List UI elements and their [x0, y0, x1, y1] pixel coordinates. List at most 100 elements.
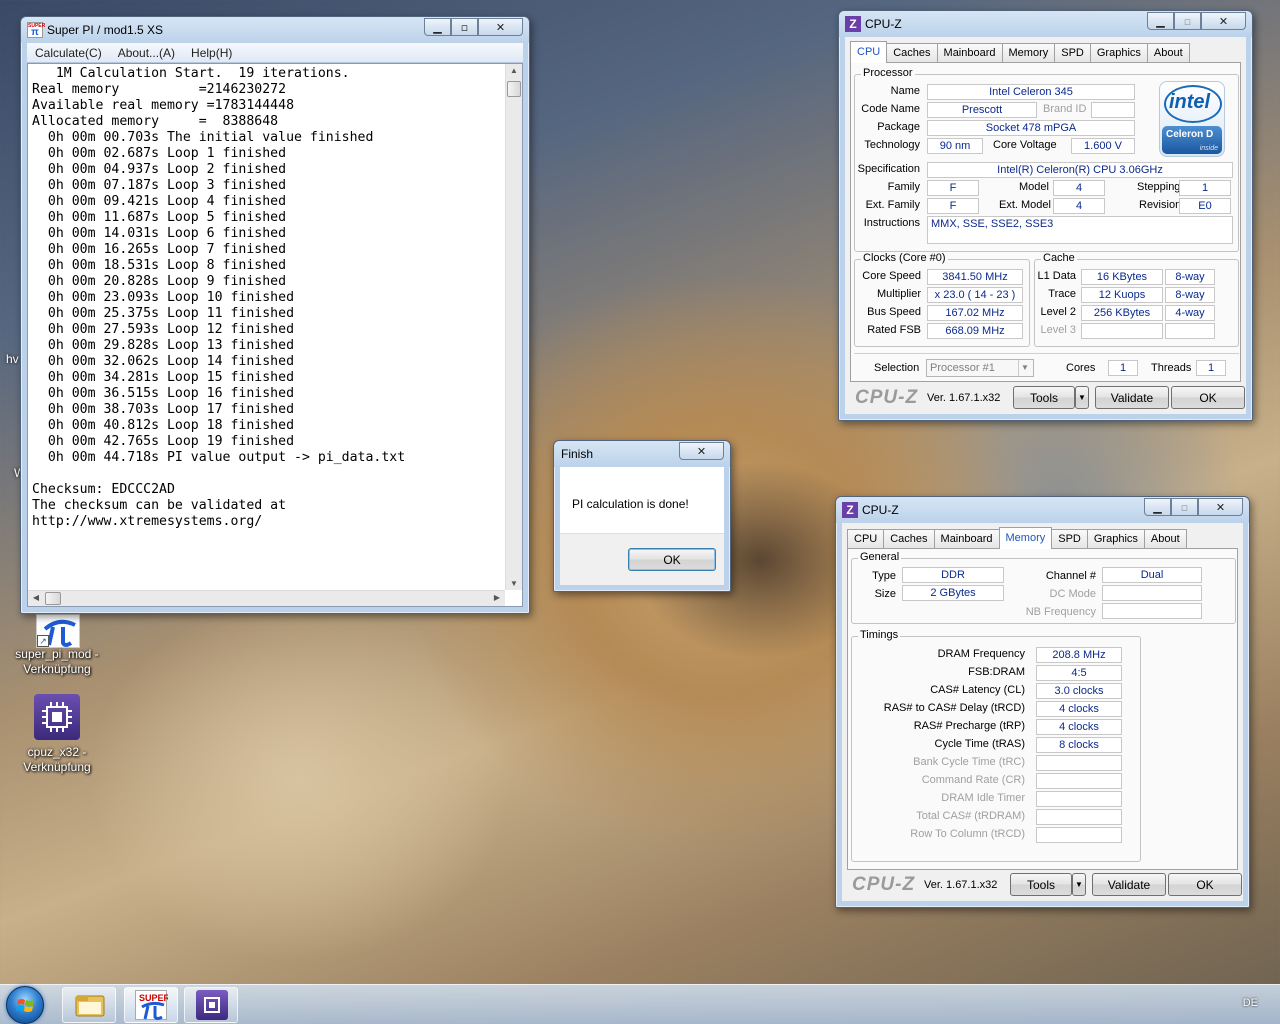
- bus-speed-value: 167.02 MHz: [927, 305, 1023, 321]
- tab-bar: CPU Caches Mainboard Memory SPD Graphics…: [847, 527, 1187, 549]
- close-button[interactable]: ✕: [1198, 498, 1243, 516]
- ok-button[interactable]: OK: [1171, 386, 1245, 409]
- processor-select[interactable]: Processor #1 ▼: [926, 359, 1034, 377]
- rated-fsb-label: Rated FSB: [867, 324, 921, 336]
- cores-label: Cores: [1066, 362, 1096, 374]
- group-title: Timings: [858, 629, 901, 641]
- core-voltage-value: 1.600 V: [1071, 138, 1135, 154]
- l1-data-size: 16 KBytes: [1081, 269, 1163, 285]
- output-console[interactable]: 1M Calculation Start. 19 iterations. Real…: [27, 63, 523, 607]
- desktop-icon-superpi[interactable]: ↗ super_pi_mod - Verknüpfung: [12, 614, 102, 678]
- language-indicator[interactable]: DE: [1243, 997, 1258, 1009]
- tab-memory[interactable]: Memory: [1001, 43, 1056, 63]
- cpuz-titlebar[interactable]: Z CPU-Z ▁ ▫ ✕: [836, 497, 1249, 523]
- validate-button[interactable]: Validate: [1092, 873, 1166, 896]
- taskbar-cpuz[interactable]: [184, 987, 238, 1023]
- maximize-button[interactable]: ▫: [451, 18, 478, 36]
- validate-button[interactable]: Validate: [1095, 386, 1169, 409]
- maximize-button[interactable]: ▫: [1171, 498, 1198, 516]
- tab-about[interactable]: About: [1143, 529, 1187, 549]
- close-button[interactable]: ✕: [1201, 12, 1246, 30]
- scroll-right-icon[interactable]: ▶: [489, 593, 505, 602]
- taskbar: SUPER DE: [0, 984, 1280, 1024]
- timing-value: [1036, 827, 1122, 843]
- ext-family-value: F: [927, 198, 979, 214]
- console-line: 1M Calculation Start. 19 iterations.: [32, 66, 350, 81]
- tab-spd[interactable]: SPD: [1054, 43, 1091, 63]
- tools-button[interactable]: Tools: [1010, 873, 1072, 896]
- version-label: Ver. 1.67.1.x32: [924, 879, 998, 891]
- dialog-titlebar[interactable]: Finish ✕: [554, 441, 730, 467]
- tab-mainboard[interactable]: Mainboard: [933, 529, 1000, 549]
- dialog-title: Finish: [561, 447, 594, 461]
- taskbar-explorer[interactable]: [62, 987, 116, 1023]
- dcmode-label: DC Mode: [1049, 588, 1096, 600]
- start-button[interactable]: [6, 986, 44, 1024]
- console-line: 0h 00m 20.828s Loop 9 finished: [32, 274, 287, 289]
- threads-label: Threads: [1151, 362, 1192, 374]
- tab-caches[interactable]: Caches: [886, 43, 938, 63]
- cpuz-logo: CPU-Z: [855, 387, 919, 408]
- ok-button[interactable]: OK: [628, 548, 716, 571]
- specification-value: Intel(R) Celeron(R) CPU 3.06GHz: [927, 162, 1233, 178]
- brandid-label: Brand ID: [1043, 103, 1087, 115]
- tab-spd[interactable]: SPD: [1051, 529, 1088, 549]
- tab-graphics[interactable]: Graphics: [1086, 529, 1145, 549]
- version-label: Ver. 1.67.1.x32: [927, 392, 1001, 404]
- vertical-scrollbar[interactable]: ▲ ▼: [505, 64, 522, 590]
- scroll-thumb[interactable]: [507, 81, 521, 97]
- console-line: 0h 00m 18.531s Loop 8 finished: [32, 258, 287, 273]
- size-label: Size: [874, 588, 896, 600]
- close-button[interactable]: ✕: [679, 442, 724, 460]
- console-line: 0h 00m 27.593s Loop 12 finished: [32, 322, 295, 337]
- minimize-button[interactable]: ▁: [424, 18, 451, 36]
- console-line: 0h 00m 38.703s Loop 17 finished: [32, 402, 295, 417]
- instructions-value: MMX, SSE, SSE2, SSE3: [927, 216, 1233, 244]
- tools-button[interactable]: Tools: [1013, 386, 1075, 409]
- tools-dropdown-icon[interactable]: ▼: [1075, 386, 1089, 409]
- tab-bar: CPU Caches Mainboard Memory SPD Graphics…: [850, 41, 1190, 63]
- ok-button[interactable]: OK: [1168, 873, 1242, 896]
- instructions-label: Instructions: [863, 217, 920, 229]
- scroll-thumb[interactable]: [45, 592, 61, 605]
- menu-help[interactable]: Help(H): [183, 46, 240, 60]
- channel-label: Channel #: [1045, 570, 1096, 582]
- cpuz-titlebar[interactable]: Z CPU-Z ▁ ▫ ✕: [839, 11, 1252, 37]
- multiplier-label: Multiplier: [876, 288, 921, 300]
- minimize-button[interactable]: ▁: [1144, 498, 1171, 516]
- tab-mainboard[interactable]: Mainboard: [936, 43, 1003, 63]
- windows-logo-icon: [16, 999, 34, 1012]
- tab-cpu[interactable]: CPU: [847, 529, 885, 549]
- desktop-icon-label: Verknüpfung: [23, 760, 91, 774]
- tools-dropdown-icon[interactable]: ▼: [1072, 873, 1086, 896]
- timing-label: Cycle Time (tRAS): [934, 738, 1025, 750]
- maximize-button[interactable]: ▫: [1174, 12, 1201, 30]
- console-line: 0h 00m 11.687s Loop 5 finished: [32, 210, 287, 225]
- horizontal-scrollbar[interactable]: ◀ ▶: [28, 590, 505, 606]
- model-value: 4: [1053, 180, 1105, 196]
- menu-about[interactable]: About...(A): [110, 46, 183, 60]
- superpi-titlebar[interactable]: SUPER π Super PI / mod1.5 XS ▁ ▫ ✕: [21, 17, 529, 43]
- minimize-button[interactable]: ▁: [1147, 12, 1174, 30]
- menu-calculate[interactable]: Calculate(C): [27, 46, 110, 60]
- level3-way: [1165, 323, 1215, 339]
- tab-memory[interactable]: Memory: [998, 527, 1053, 549]
- desktop-icon-cpuz[interactable]: cpuz_x32 - Verknüpfung: [12, 692, 102, 776]
- taskbar-superpi[interactable]: SUPER: [124, 987, 178, 1023]
- console-line: 0h 00m 09.421s Loop 4 finished: [32, 194, 287, 209]
- close-button[interactable]: ✕: [478, 18, 523, 36]
- scroll-left-icon[interactable]: ◀: [28, 593, 44, 602]
- scroll-down-icon[interactable]: ▼: [506, 579, 522, 588]
- cpuz-shortcut-icon: [34, 694, 80, 740]
- console-line: 0h 00m 04.937s Loop 2 finished: [32, 162, 287, 177]
- timing-label: Bank Cycle Time (tRC): [913, 756, 1025, 768]
- name-value: Intel Celeron 345: [927, 84, 1135, 100]
- scroll-up-icon[interactable]: ▲: [506, 66, 522, 75]
- family-label: Family: [887, 181, 920, 193]
- tab-cpu[interactable]: CPU: [850, 41, 888, 63]
- l1-data-way: 8-way: [1165, 269, 1215, 285]
- tab-graphics[interactable]: Graphics: [1089, 43, 1148, 63]
- tab-about[interactable]: About: [1146, 43, 1190, 63]
- tab-caches[interactable]: Caches: [883, 529, 935, 549]
